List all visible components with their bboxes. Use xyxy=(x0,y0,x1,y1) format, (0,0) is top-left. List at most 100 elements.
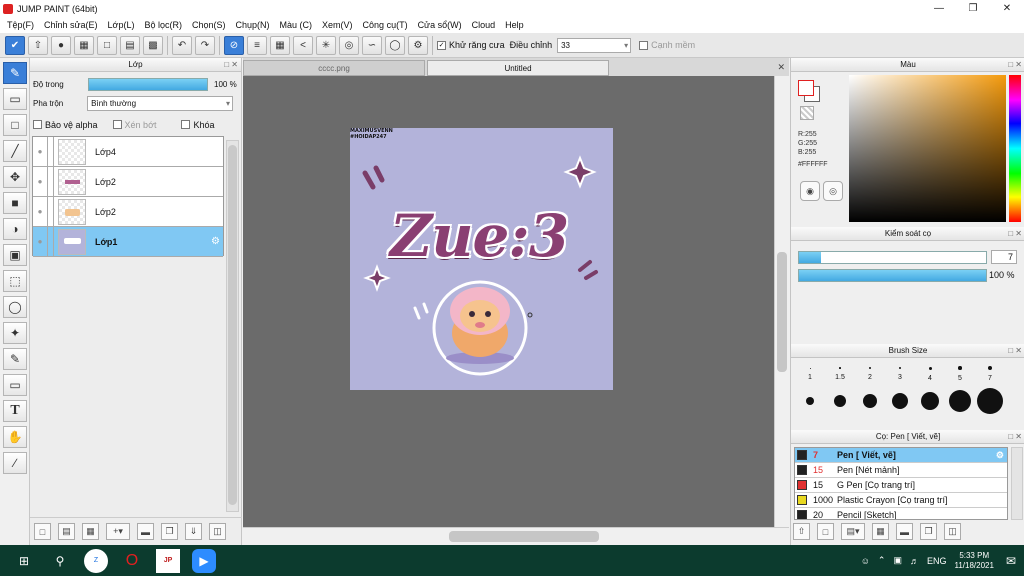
palette-edit-button[interactable]: ◎ xyxy=(823,181,843,201)
parallel-lines-button[interactable]: ≡ xyxy=(247,35,267,55)
language-indicator[interactable]: ENG xyxy=(927,556,947,566)
menu-cloud[interactable]: Cloud xyxy=(467,20,501,30)
visibility-icon[interactable]: ● xyxy=(33,177,47,186)
protect-alpha-checkbox[interactable] xyxy=(33,120,42,129)
maximize-button[interactable]: ❐ xyxy=(956,3,990,14)
menu-select[interactable]: Chọn(S) xyxy=(187,20,231,30)
visibility-icon[interactable]: ● xyxy=(33,237,47,246)
search-button[interactable]: ⚲ xyxy=(48,549,72,573)
brush-size-preset[interactable] xyxy=(945,386,975,416)
lock-checkbox[interactable] xyxy=(181,120,191,129)
curve-button[interactable]: ∽ xyxy=(362,35,382,55)
brush-item[interactable]: 15 G Pen [Cọ trang trí] xyxy=(795,478,1007,493)
duplicate-button[interactable]: ❐ xyxy=(161,523,178,540)
layer-settings-gear-icon[interactable]: ⚙ xyxy=(211,236,220,247)
cloud-sync-button[interactable]: ✔ xyxy=(5,35,25,55)
speech-bubble-button[interactable]: ● xyxy=(51,35,71,55)
layout-button[interactable]: ▩ xyxy=(143,35,163,55)
snap-off-button[interactable]: ⊘ xyxy=(224,35,244,55)
network-icon[interactable]: ▣ xyxy=(893,555,902,566)
brush-settings-gear-icon[interactable]: ⚙ xyxy=(996,450,1004,461)
magic-wand-tool[interactable]: ✦ xyxy=(3,322,27,344)
eyedropper-tool[interactable]: ∕ xyxy=(3,452,27,474)
layer-row[interactable]: ● Lớp2 xyxy=(33,196,223,227)
start-button[interactable]: ⊞ xyxy=(12,549,36,573)
menu-window[interactable]: Cửa sổ(W) xyxy=(413,20,467,30)
menu-help[interactable]: Help xyxy=(500,20,529,30)
folder-button[interactable]: ▬ xyxy=(137,523,154,540)
brush-size-preset[interactable]: 2 xyxy=(855,364,885,384)
brush-size-input[interactable]: 7 xyxy=(991,250,1017,264)
merge-button[interactable]: ⇓ xyxy=(185,523,202,540)
document-button[interactable]: ▤ xyxy=(120,35,140,55)
menu-layer[interactable]: Lớp(L) xyxy=(103,20,140,30)
scrollbar-thumb[interactable] xyxy=(449,531,599,542)
rect-select-tool[interactable]: ⬚ xyxy=(3,270,27,292)
panel-window-icons[interactable]: □ ✕ xyxy=(224,58,238,72)
lock-option[interactable]: Khóa xyxy=(181,120,215,130)
perspective-button[interactable]: < xyxy=(293,35,313,55)
new-layer-type-button[interactable]: ▤ xyxy=(58,523,75,540)
text-box-button[interactable]: ▦ xyxy=(74,35,94,55)
text-tool[interactable]: T xyxy=(3,400,27,422)
line-tool[interactable]: ╱ xyxy=(3,140,27,162)
gradient-tool[interactable]: ▣ xyxy=(3,244,27,266)
hue-slider[interactable] xyxy=(1009,75,1021,222)
hand-tool[interactable]: ✋ xyxy=(3,426,27,448)
transparent-color-swatch[interactable] xyxy=(800,106,814,120)
brush-duplicate-button[interactable]: ❐ xyxy=(920,523,937,540)
scrollbar-thumb[interactable] xyxy=(777,252,787,372)
lasso-tool[interactable]: ◯ xyxy=(3,296,27,318)
brush-delete-button[interactable]: ◫ xyxy=(944,523,961,540)
menu-view[interactable]: Xem(V) xyxy=(317,20,358,30)
brush-size-preset[interactable]: 1 xyxy=(795,364,825,384)
panel-window-icons[interactable]: □ ✕ xyxy=(1008,227,1022,241)
panel-window-icons[interactable]: □ ✕ xyxy=(1008,430,1022,444)
clip-option[interactable]: Xén bớt xyxy=(112,120,156,130)
add-layer-menu-button[interactable]: +▾ xyxy=(106,523,130,540)
brush-size-preset[interactable] xyxy=(915,386,945,416)
panel-window-icons[interactable]: □ ✕ xyxy=(1008,58,1022,72)
brush-tool[interactable]: ✎ xyxy=(3,62,27,84)
brush-size-preset[interactable] xyxy=(975,386,1005,416)
brush-size-preset[interactable]: 4 xyxy=(915,364,945,384)
minimize-button[interactable]: — xyxy=(922,3,956,14)
tab-untitled[interactable]: Untitled xyxy=(427,60,609,76)
brush-item[interactable]: 20 Pencil [Sketch] xyxy=(795,508,1007,519)
close-button[interactable]: ✕ xyxy=(990,3,1024,14)
clip-checkbox[interactable] xyxy=(112,120,122,129)
saturation-value-picker[interactable] xyxy=(849,75,1006,222)
speaker-icon[interactable]: ♬ xyxy=(910,556,919,566)
move-tool[interactable]: ✥ xyxy=(3,166,27,188)
new-brush-button[interactable]: □ xyxy=(817,523,834,540)
circle-snap-button[interactable]: ◯ xyxy=(385,35,405,55)
layer-row[interactable]: ● Lớp2 xyxy=(33,166,223,197)
menu-color[interactable]: Màu (C) xyxy=(275,20,318,30)
select-pen-tool[interactable]: ✎ xyxy=(3,348,27,370)
visibility-icon[interactable]: ● xyxy=(33,147,47,156)
notifications-icon[interactable]: ✉ xyxy=(1006,554,1016,568)
brush-size-preset[interactable]: 3 xyxy=(885,364,915,384)
brush-list-scrollbar[interactable] xyxy=(1011,447,1023,520)
panel-window-icons[interactable]: □ ✕ xyxy=(1008,344,1022,358)
antialias-option[interactable]: ✓ Khử răng cưa xyxy=(437,40,505,50)
brush-item[interactable]: 15 Pen [Nét mảnh] xyxy=(795,463,1007,478)
rect-tool[interactable]: □ xyxy=(3,114,27,136)
antialias-checkbox[interactable]: ✓ xyxy=(437,40,446,50)
brush-text-button[interactable]: ▦ xyxy=(872,523,889,540)
brush-item-selected[interactable]: 7 Pen [ Viết, vẽ] ⚙ xyxy=(795,448,1007,463)
canvas-vertical-scrollbar[interactable] xyxy=(774,76,789,527)
menu-capture[interactable]: Chụp(N) xyxy=(231,20,275,30)
radial-button[interactable]: ✳ xyxy=(316,35,336,55)
undo-button[interactable]: ↶ xyxy=(172,35,192,55)
delete-layer-button[interactable]: ◫ xyxy=(209,523,226,540)
blend-mode-select[interactable]: Bình thường xyxy=(87,96,233,111)
bucket-tool[interactable]: ◑ xyxy=(3,218,27,240)
tray-chevron-icon[interactable]: ⌃ xyxy=(878,555,886,566)
scrollbar-thumb[interactable] xyxy=(228,145,237,505)
people-icon[interactable]: ☺ xyxy=(861,556,870,566)
new-layer-button[interactable]: □ xyxy=(34,523,51,540)
grid-snap-button[interactable]: ▦ xyxy=(270,35,290,55)
brush-folder-button[interactable]: ▬ xyxy=(896,523,913,540)
visibility-icon[interactable]: ● xyxy=(33,207,47,216)
